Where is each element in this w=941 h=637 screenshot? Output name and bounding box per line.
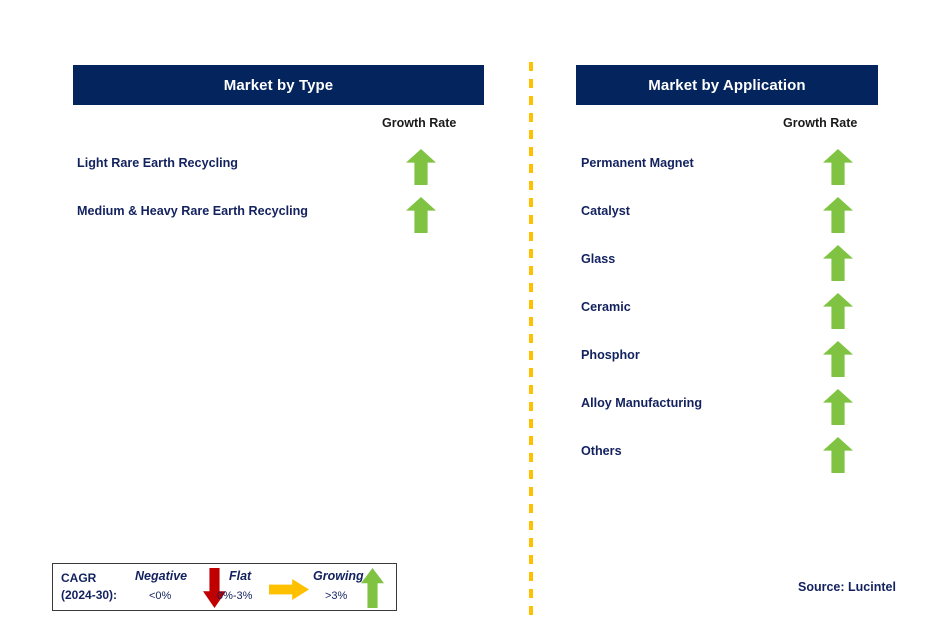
panel-title-market-by-application: Market by Application xyxy=(576,65,878,105)
arrow-up-icon xyxy=(823,437,853,473)
row-label: Ceramic xyxy=(581,300,631,314)
arrow-up-icon xyxy=(823,197,853,233)
market-by-type-panel: Market by Type Growth Rate Light Rare Ea… xyxy=(0,0,515,637)
row-label: Light Rare Earth Recycling xyxy=(77,156,238,170)
vertical-dashed-divider xyxy=(529,62,533,620)
arrow-up-icon xyxy=(361,568,384,608)
row-label: Phosphor xyxy=(581,348,640,362)
legend-title-line2: (2024-30): xyxy=(61,588,118,602)
legend-range-growing: >3% xyxy=(325,590,348,602)
arrow-up-icon xyxy=(406,149,436,185)
arrow-up-icon xyxy=(823,245,853,281)
legend-label-negative: Negative xyxy=(135,569,188,583)
row-label: Alloy Manufacturing xyxy=(581,396,703,410)
arrow-up-icon xyxy=(823,293,853,329)
arrow-up-icon xyxy=(823,341,853,377)
cagr-legend: CAGR (2024-30): Negative <0% Flat 0%-3% … xyxy=(52,563,397,611)
arrow-up-icon xyxy=(823,149,853,185)
row-label: Permanent Magnet xyxy=(581,156,694,170)
source-attribution: Source: Lucintel xyxy=(798,580,896,594)
arrow-up-icon xyxy=(406,197,436,233)
legend-title: CAGR (2024-30): xyxy=(61,570,133,604)
arrow-up-icon xyxy=(823,389,853,425)
legend-label-growing: Growing xyxy=(313,569,364,583)
legend-range-negative: <0% xyxy=(149,590,172,602)
arrow-right-icon xyxy=(269,579,309,600)
arrow-down-icon xyxy=(203,568,226,608)
row-label: Catalyst xyxy=(581,204,630,218)
legend-range-flat: 0%-3% xyxy=(217,590,253,602)
growth-rate-column-label: Growth Rate xyxy=(783,116,858,130)
market-by-application-panel: Market by Application Growth Rate Perman… xyxy=(545,0,941,637)
row-label: Medium & Heavy Rare Earth Recycling xyxy=(77,204,308,218)
legend-title-line1: CAGR xyxy=(61,571,97,585)
legend-label-flat: Flat xyxy=(229,569,252,583)
growth-rate-column-label: Growth Rate xyxy=(382,116,457,130)
panel-title-market-by-type: Market by Type xyxy=(73,65,484,105)
row-label: Glass xyxy=(581,252,616,266)
row-label: Others xyxy=(581,444,622,458)
